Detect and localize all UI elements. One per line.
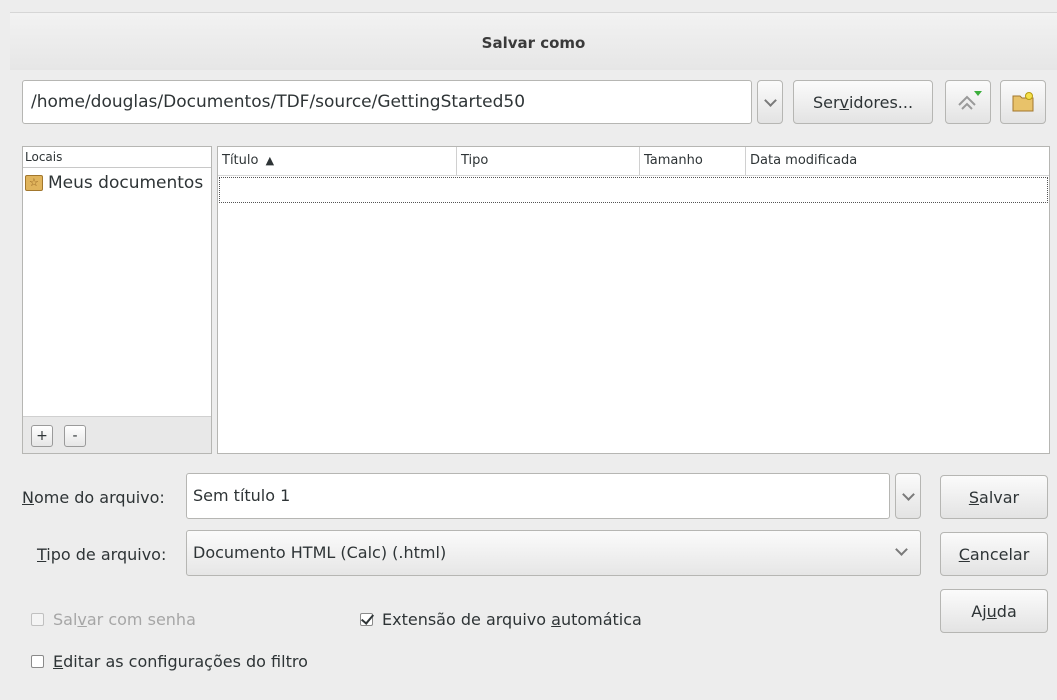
cancel-button-label: Cancelar bbox=[958, 544, 1030, 564]
filetype-select[interactable]: Documento HTML (Calc) (.html) bbox=[186, 530, 921, 576]
place-item-label: Meus documentos bbox=[48, 173, 204, 193]
filename-history-dropdown[interactable] bbox=[895, 473, 921, 519]
column-header-type[interactable]: Tipo bbox=[457, 147, 640, 175]
auto-extension-label: Extensão de arquivo automática bbox=[382, 610, 642, 629]
checkmark-icon bbox=[360, 613, 373, 626]
servers-button[interactable]: Servidores... bbox=[793, 80, 933, 124]
save-with-password-checkbox[interactable]: Salvar com senha bbox=[31, 610, 196, 629]
places-header: Locais bbox=[23, 147, 211, 168]
chevron-down-icon bbox=[895, 543, 908, 556]
star-folder-icon: ☆ bbox=[25, 175, 43, 191]
edit-filter-settings-checkbox[interactable]: Editar as configurações do filtro bbox=[31, 652, 308, 671]
help-button[interactable]: Ajuda bbox=[940, 589, 1048, 633]
chevron-down-icon bbox=[763, 93, 777, 107]
save-with-password-label: Salvar com senha bbox=[53, 610, 196, 629]
help-button-label: Ajuda bbox=[971, 601, 1017, 621]
file-list-header: Título ▲ Tipo Tamanho Data modificada bbox=[218, 147, 1049, 176]
cancel-button[interactable]: Cancelar bbox=[940, 532, 1048, 576]
up-level-button[interactable] bbox=[945, 80, 991, 124]
edit-filter-settings-label: Editar as configurações do filtro bbox=[53, 652, 308, 671]
place-item-my-documents[interactable]: ☆ Meus documentos bbox=[25, 173, 203, 193]
new-folder-icon bbox=[1012, 92, 1034, 112]
remove-place-button[interactable]: - bbox=[64, 425, 86, 447]
save-button-label: Salvar bbox=[968, 487, 1020, 507]
places-footer: + - bbox=[23, 416, 211, 453]
window-title: Salvar como bbox=[481, 34, 586, 52]
path-field[interactable]: /home/douglas/Documentos/TDF/source/Gett… bbox=[22, 80, 752, 124]
file-list[interactable]: Título ▲ Tipo Tamanho Data modificada bbox=[217, 146, 1050, 454]
auto-extension-checkbox[interactable]: Extensão de arquivo automática bbox=[360, 610, 642, 629]
path-dropdown-button[interactable] bbox=[757, 80, 783, 124]
focused-row[interactable] bbox=[219, 177, 1048, 203]
places-panel: Locais ☆ Meus documentos + - bbox=[22, 146, 212, 454]
sort-ascending-icon: ▲ bbox=[265, 154, 275, 167]
filetype-label: Tipo de arquivo: bbox=[37, 545, 167, 564]
filetype-select-value: Documento HTML (Calc) (.html) bbox=[193, 543, 447, 562]
checkbox-box bbox=[31, 655, 44, 668]
servers-button-label: Servidores... bbox=[812, 92, 914, 112]
add-place-button[interactable]: + bbox=[31, 425, 53, 447]
column-header-size[interactable]: Tamanho bbox=[640, 147, 746, 175]
column-header-title[interactable]: Título ▲ bbox=[218, 147, 457, 175]
new-folder-button[interactable] bbox=[1000, 80, 1046, 124]
title-bar: Salvar como bbox=[10, 12, 1057, 71]
checkbox-box bbox=[31, 613, 44, 626]
save-button[interactable]: Salvar bbox=[940, 475, 1048, 519]
filename-label: Nome do arquivo: bbox=[22, 488, 165, 507]
column-header-modified[interactable]: Data modificada bbox=[746, 147, 1049, 175]
chevron-down-icon bbox=[901, 487, 915, 501]
filename-input[interactable]: Sem título 1 bbox=[186, 473, 890, 519]
up-level-icon bbox=[958, 91, 982, 110]
